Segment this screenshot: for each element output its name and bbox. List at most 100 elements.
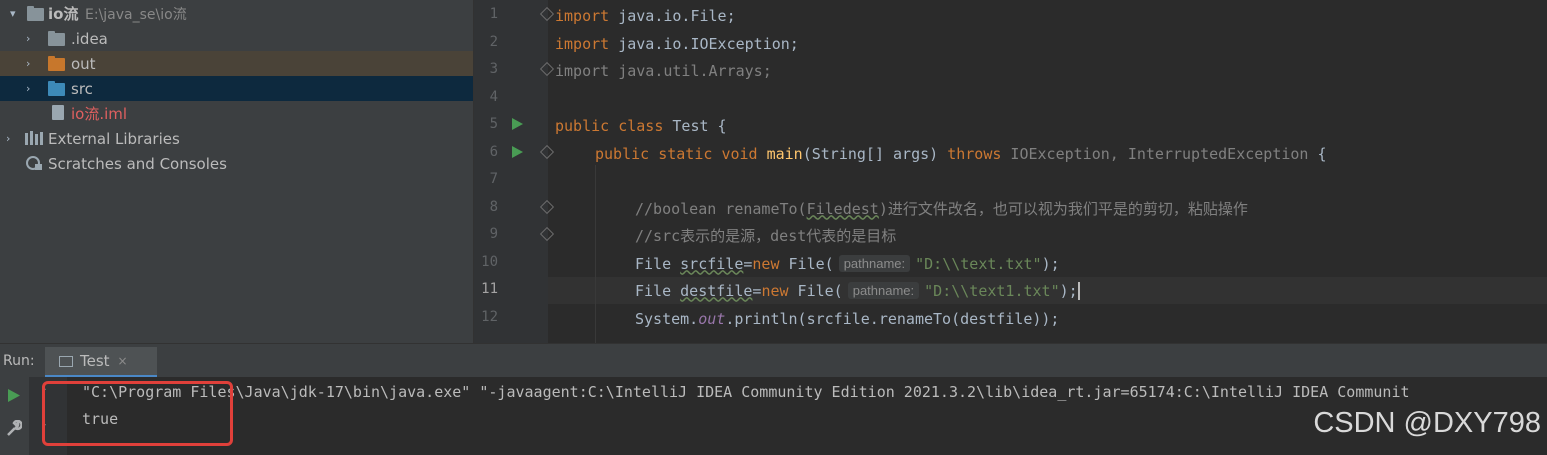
rerun-icon[interactable]: [7, 388, 21, 403]
tab-label: Test: [80, 352, 110, 370]
wrench-icon[interactable]: [5, 420, 22, 437]
method-name: main: [766, 144, 803, 163]
code-text: java.io.IOException;: [609, 34, 799, 53]
line-number: 1: [489, 6, 498, 22]
line-number: 4: [489, 89, 498, 105]
comment-text: )进行文件改名，也可以视为我们平是的剪切，粘贴操作: [878, 200, 1248, 218]
code-line-11[interactable]: File destfile = new File(pathname: "D:\\tex…: [635, 277, 1080, 304]
keyword: throws: [947, 144, 1002, 163]
console-icon: [59, 355, 73, 367]
code-text: );: [1059, 281, 1078, 300]
root-name: io流: [48, 5, 79, 23]
tree-item-src[interactable]: › src: [0, 76, 473, 101]
keyword: static: [658, 144, 713, 163]
keyword: new: [752, 254, 780, 273]
folder-icon: [48, 31, 65, 46]
line-number: 9: [489, 226, 498, 242]
code-line-2[interactable]: import java.io.IOException;: [555, 30, 799, 57]
scratches-icon: [26, 156, 43, 171]
tree-item-external-libraries[interactable]: › External Libraries: [0, 126, 473, 151]
code-line-10[interactable]: File srcfile = new File(pathname: "D:\\text…: [635, 250, 1060, 277]
line-number: 5: [489, 116, 498, 132]
line-number: 6: [489, 144, 498, 160]
folder-icon: [27, 6, 44, 21]
string-literal: "D:\\text1.txt": [924, 281, 1060, 300]
tree-item-label: Scratches and Consoles: [48, 154, 227, 173]
code-text: );: [1041, 254, 1060, 273]
code-text: System.: [635, 309, 699, 328]
run-tool-window-header: Run: Test ×: [0, 343, 1547, 378]
chevron-right-icon[interactable]: ›: [26, 32, 36, 45]
code-line-6[interactable]: public static void main (String[] args) t…: [595, 140, 1327, 167]
keyword: new: [761, 281, 789, 300]
tree-item-label: io流.iml: [71, 105, 128, 123]
code-text: =: [743, 254, 753, 273]
run-main-icon[interactable]: [512, 146, 523, 158]
code-text: File: [635, 281, 681, 300]
folder-icon: [48, 81, 65, 96]
tree-item-idea[interactable]: › .idea: [0, 26, 473, 51]
indent-guide: [595, 165, 596, 343]
highlight-box: [42, 381, 233, 446]
static-field: out: [698, 309, 726, 328]
tree-item-label: External Libraries: [48, 129, 180, 148]
code-text: Test {: [663, 116, 727, 135]
project-tree-panel: ▾ io流 E:\java_se\io流 › .idea › out › src…: [0, 0, 473, 343]
string-literal: "D:\\text.txt": [915, 254, 1042, 273]
code-line-8[interactable]: //boolean renameTo(Filedest)进行文件改名，也可以视为…: [635, 195, 1248, 222]
tab-test[interactable]: Test ×: [45, 347, 157, 378]
code-text: {: [1308, 144, 1327, 163]
code-text: (String[] args): [802, 144, 948, 163]
variable-name: destfile: [680, 281, 753, 300]
code-line-1[interactable]: import java.io.File;: [555, 2, 736, 29]
chevron-right-icon[interactable]: ›: [26, 82, 36, 95]
run-toolbar: [0, 377, 29, 455]
code-line-3[interactable]: import java.util.Arrays;: [555, 57, 772, 84]
line-number: 2: [489, 34, 498, 50]
chevron-down-icon[interactable]: ▾: [10, 7, 20, 20]
variable-name: srcfile: [680, 254, 744, 273]
tree-item-out[interactable]: › out: [0, 51, 473, 76]
code-text: =: [752, 281, 762, 300]
keyword: import: [555, 6, 610, 25]
keyword: public: [595, 144, 650, 163]
code-text: java.util.Arrays;: [609, 61, 772, 80]
close-icon[interactable]: ×: [118, 354, 128, 368]
module-file-icon: [52, 105, 64, 120]
code-editor[interactable]: 1 2 3 4 5 6 7 8 9 10 11 12 import java.i…: [473, 0, 1547, 343]
code-text: File: [635, 254, 681, 273]
parameter-hint: pathname:: [838, 255, 911, 272]
code-text: IOException, InterruptedException: [1001, 144, 1309, 163]
watermark: CSDN @DXY798: [1313, 407, 1541, 439]
library-icon: [25, 131, 44, 145]
tree-item-scratches[interactable]: Scratches and Consoles: [0, 151, 473, 176]
tree-item-iml[interactable]: io流.iml: [0, 101, 473, 126]
tree-item-label: .idea: [71, 29, 108, 48]
keyword: import: [555, 34, 610, 53]
line-number: 10: [481, 254, 498, 270]
code-line-12[interactable]: System. out .println(srcfile.renameTo(dest…: [635, 305, 1059, 332]
keyword: class: [618, 116, 664, 135]
code-text: File(: [779, 254, 834, 273]
folder-icon: [48, 56, 65, 71]
chevron-right-icon[interactable]: ›: [6, 132, 16, 145]
line-number: 7: [489, 171, 498, 187]
code-line-5[interactable]: public class Test {: [555, 112, 727, 139]
run-class-icon[interactable]: [512, 118, 523, 130]
keyword: public: [555, 116, 610, 135]
tree-item-label: out: [71, 54, 96, 73]
root-path: E:\java_se\io流: [85, 6, 187, 23]
run-label: Run:: [3, 353, 35, 369]
keyword: void: [721, 144, 758, 163]
console-output-line: "C:\Program Files\Java\jdk-17\bin\java.e…: [82, 383, 1410, 401]
tree-root-io[interactable]: ▾ io流 E:\java_se\io流: [0, 1, 473, 26]
chevron-right-icon[interactable]: ›: [26, 57, 36, 70]
code-text: .println(srcfile.renameTo(destfile));: [725, 309, 1060, 328]
line-number: 12: [481, 309, 498, 325]
code-text: File(: [788, 281, 843, 300]
code-line-9[interactable]: //src表示的是源，dest代表的是目标: [635, 222, 896, 249]
tree-item-label: src: [71, 79, 93, 98]
comment-text: Filedest: [806, 199, 879, 218]
text-caret: [1077, 281, 1080, 300]
comment-text: //src表示的是源，dest代表的是目标: [635, 227, 897, 245]
